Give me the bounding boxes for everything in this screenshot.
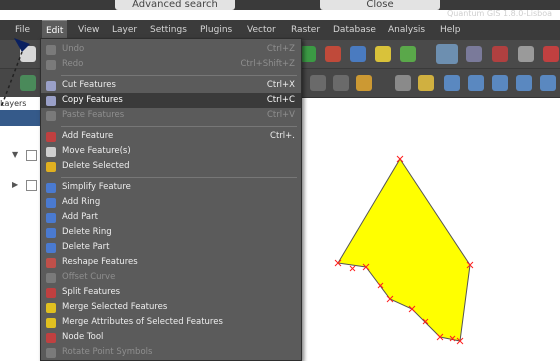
- window-title: Quantum GIS 1.8.0-Lisboa: [446, 9, 552, 18]
- menu-add-feature[interactable]: Add Feature Ctrl+.: [41, 129, 301, 144]
- layer-edit-icon[interactable]: [400, 46, 416, 62]
- menu-move-features[interactable]: Move Feature(s): [41, 144, 301, 159]
- menu-simplify-feature[interactable]: Simplify Feature: [41, 180, 301, 195]
- menu-help[interactable]: Help: [440, 20, 461, 40]
- paint-icon[interactable]: [325, 46, 341, 62]
- collapse-arrow-icon[interactable]: ▶: [12, 180, 18, 189]
- delete-icon: [46, 162, 56, 172]
- menu-database[interactable]: Database: [333, 20, 376, 40]
- layer-checkbox[interactable]: [26, 180, 37, 191]
- menu-vector[interactable]: Vector: [247, 20, 276, 40]
- zoom-full-icon[interactable]: [492, 75, 508, 91]
- vertex-tool-icon[interactable]: [333, 75, 349, 91]
- copy-icon: [46, 96, 56, 106]
- rotate-icon: [46, 348, 56, 358]
- menu-merge-attributes[interactable]: Merge Attributes of Selected Features: [41, 315, 301, 330]
- polygon-feature[interactable]: [337, 158, 471, 342]
- move-icon[interactable]: [518, 46, 534, 62]
- map-canvas[interactable]: [300, 97, 560, 361]
- menu-reshape-features[interactable]: Reshape Features: [41, 255, 301, 270]
- menu-node-tool[interactable]: Node Tool: [41, 330, 301, 345]
- advanced-search-button[interactable]: Advanced search: [115, 0, 235, 10]
- menu-copy-features[interactable]: Copy Features Ctrl+C: [41, 93, 301, 108]
- menu-redo[interactable]: Redo Ctrl+Shift+Z: [41, 57, 301, 72]
- menu-separator: [61, 126, 297, 127]
- menu-separator: [61, 75, 297, 76]
- node-edit-icon[interactable]: [310, 75, 326, 91]
- menu-delete-ring[interactable]: Delete Ring: [41, 225, 301, 240]
- menubar: File Edit View Layer Settings Plugins Ve…: [0, 20, 560, 40]
- layer-checkbox[interactable]: [26, 150, 37, 161]
- pointer-annotation-icon: [1, 38, 30, 106]
- merge-icon: [46, 303, 56, 313]
- add-part-icon: [46, 213, 56, 223]
- toggle-editing-icon[interactable]: [436, 44, 458, 64]
- menu-raster[interactable]: Raster: [291, 20, 320, 40]
- menu-separator: [61, 177, 297, 178]
- add-feature-icon: [46, 132, 56, 142]
- menu-rotate-point-symbols[interactable]: Rotate Point Symbols: [41, 345, 301, 360]
- layers-selected-row[interactable]: [0, 110, 40, 126]
- menu-paste-features[interactable]: Paste Features Ctrl+V: [41, 108, 301, 123]
- add-layer-icon[interactable]: [300, 46, 316, 62]
- menu-plugins[interactable]: Plugins: [200, 20, 232, 40]
- menu-cut-features[interactable]: Cut Features Ctrl+X: [41, 78, 301, 93]
- move-icon: [46, 147, 56, 157]
- menu-delete-selected[interactable]: Delete Selected: [41, 159, 301, 174]
- menu-add-part[interactable]: Add Part: [41, 210, 301, 225]
- zoom-layer-icon[interactable]: [516, 75, 532, 91]
- paste-icon: [46, 111, 56, 121]
- split-icon: [46, 288, 56, 298]
- menu-layer[interactable]: Layer: [112, 20, 137, 40]
- menu-add-ring[interactable]: Add Ring: [41, 195, 301, 210]
- add-ring-icon: [46, 198, 56, 208]
- delete-part-icon: [46, 243, 56, 253]
- menu-settings[interactable]: Settings: [150, 20, 187, 40]
- close-button[interactable]: Close: [320, 0, 440, 10]
- pan-icon[interactable]: [395, 75, 411, 91]
- menu-analysis[interactable]: Analysis: [388, 20, 425, 40]
- node-icon[interactable]: [543, 46, 559, 62]
- menu-merge-selected-features[interactable]: Merge Selected Features: [41, 300, 301, 315]
- zoom-in-icon[interactable]: [444, 75, 460, 91]
- edit-menu-dropdown: Undo Ctrl+Z Redo Ctrl+Shift+Z Cut Featur…: [40, 38, 302, 361]
- menu-undo[interactable]: Undo Ctrl+Z: [41, 42, 301, 57]
- menu-delete-part[interactable]: Delete Part: [41, 240, 301, 255]
- merge-attributes-icon: [46, 318, 56, 328]
- expand-arrow-icon[interactable]: ▼: [12, 150, 18, 159]
- menu-offset-curve[interactable]: Offset Curve: [41, 270, 301, 285]
- add-polygon-icon[interactable]: [492, 46, 508, 62]
- save-edits-icon[interactable]: [466, 46, 482, 62]
- style-icon[interactable]: [350, 46, 366, 62]
- pan-to-selection-icon[interactable]: [418, 75, 434, 91]
- undo-icon: [46, 45, 56, 55]
- cut-icon: [46, 81, 56, 91]
- delete-ring-icon: [46, 228, 56, 238]
- simplify-icon: [46, 183, 56, 193]
- layers-panel: [0, 97, 40, 361]
- menu-split-features[interactable]: Split Features: [41, 285, 301, 300]
- menu-view[interactable]: View: [78, 20, 99, 40]
- zoom-out-icon[interactable]: [468, 75, 484, 91]
- menu-edit[interactable]: Edit: [42, 20, 68, 40]
- label-icon[interactable]: [356, 75, 372, 91]
- redo-icon: [46, 60, 56, 70]
- zoom-selection-icon[interactable]: [540, 75, 556, 91]
- offset-curve-icon: [46, 273, 56, 283]
- node-tool-icon: [46, 333, 56, 343]
- reshape-icon: [46, 258, 56, 268]
- layer-icon[interactable]: [375, 46, 391, 62]
